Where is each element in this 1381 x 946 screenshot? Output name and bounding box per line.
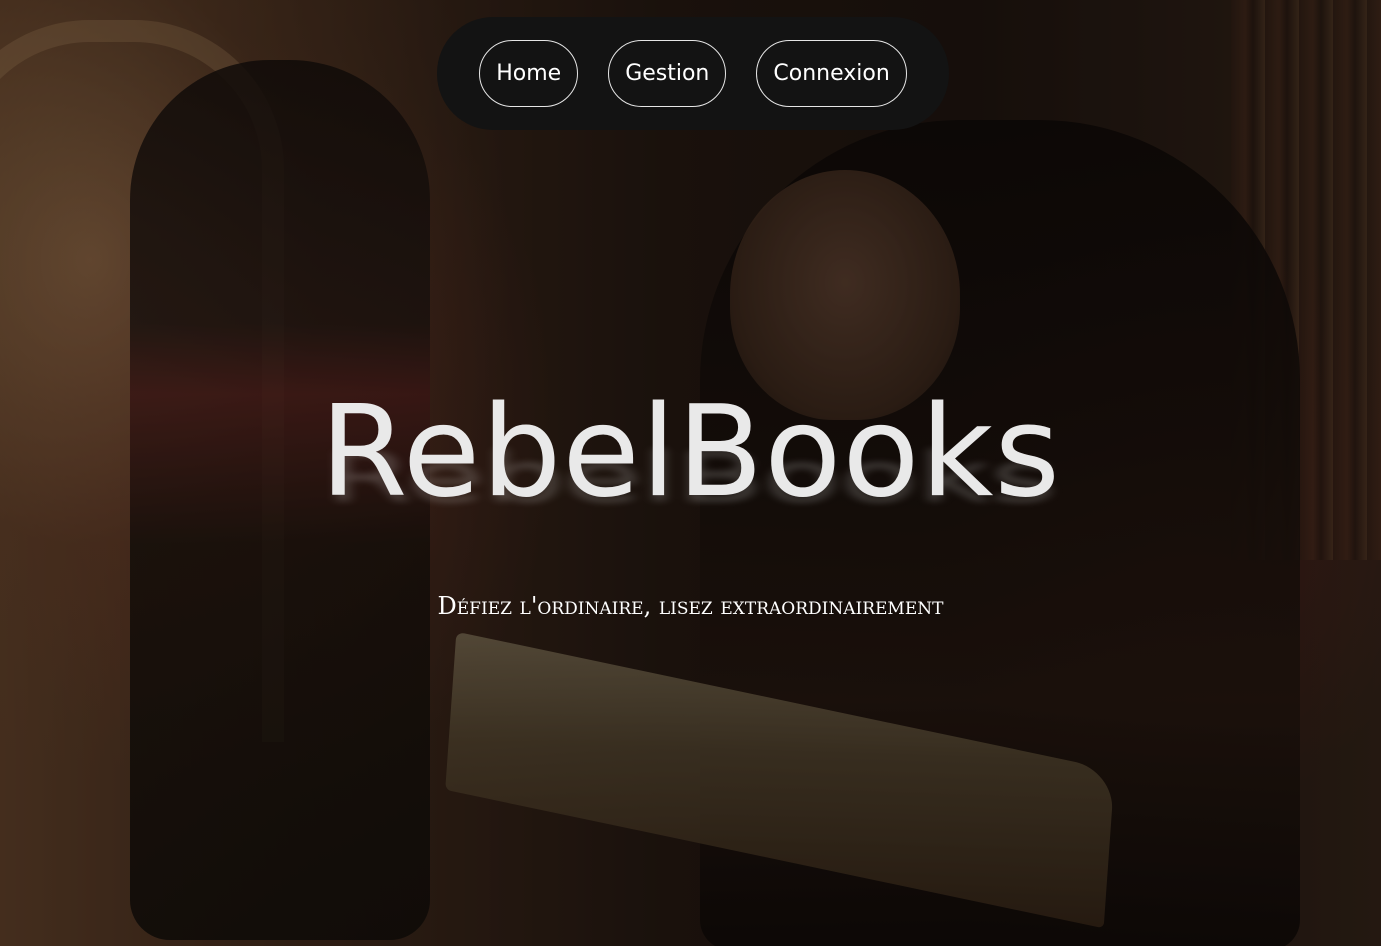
nav-home-button[interactable]: Home <box>479 40 579 107</box>
nav-connexion-button[interactable]: Connexion <box>756 40 907 107</box>
nav-gestion-button[interactable]: Gestion <box>608 40 727 107</box>
site-title: RebelBooks <box>319 378 1062 525</box>
site-tagline: Défiez l'ordinaire, lisez extraordinaire… <box>437 592 944 620</box>
main-navigation: Home Gestion Connexion <box>437 17 949 130</box>
site-title-container: RebelBooks <box>0 382 1381 522</box>
hero-section: Home Gestion Connexion RebelBooks RebelB… <box>0 0 1381 946</box>
